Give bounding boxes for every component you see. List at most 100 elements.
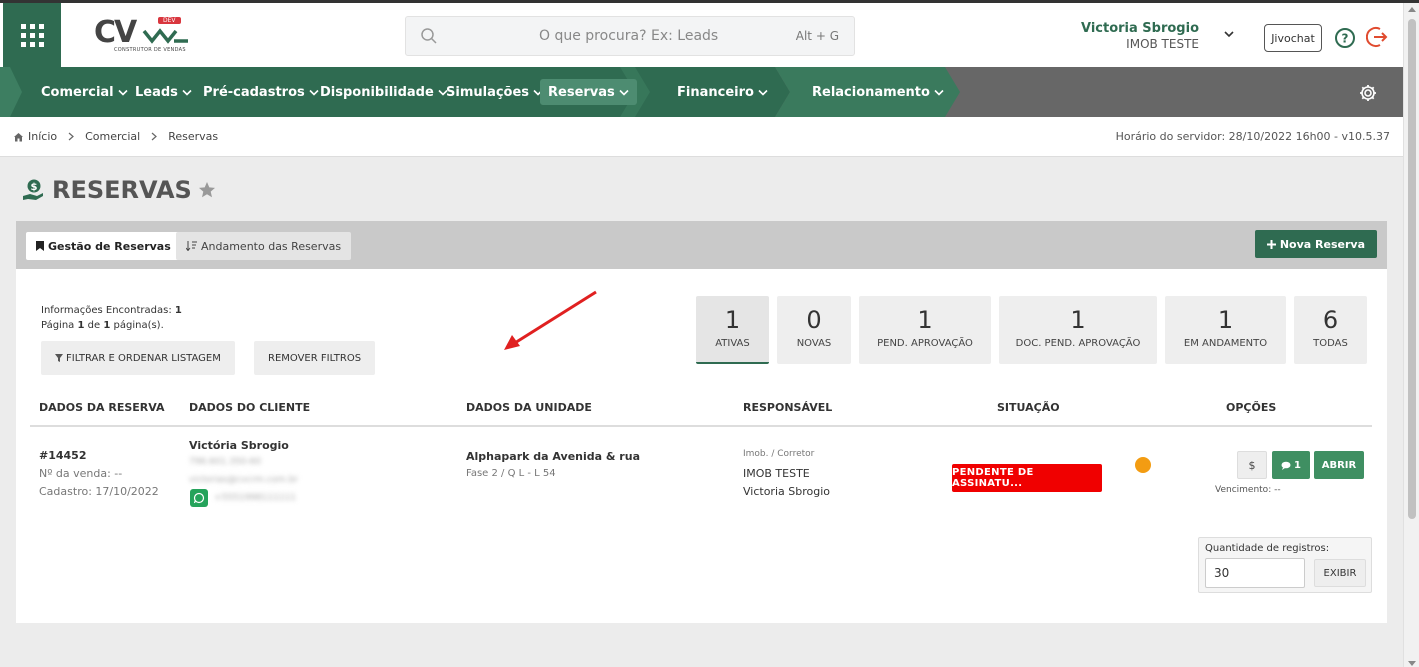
client-document: 796.601.350-60: [189, 457, 261, 467]
page-scrollbar[interactable]: [1403, 3, 1419, 667]
found-count: 1: [174, 305, 182, 316]
stat-count: 1: [1070, 306, 1086, 334]
stat-label: NOVAS: [796, 338, 832, 349]
stat-card-pend-aprovacao[interactable]: 1 PEND. APROVAÇÃO: [859, 296, 991, 364]
nav-item-pre-cadastros[interactable]: Pré-cadastros: [195, 79, 327, 105]
stat-card-doc-pend-aprovacao[interactable]: 1 DOC. PEND. APROVAÇÃO: [999, 296, 1157, 364]
new-reservation-label: Nova Reserva: [1279, 237, 1365, 251]
remove-filters-button[interactable]: REMOVER FILTROS: [254, 341, 376, 375]
status-badge[interactable]: PENDENTE DE ASSINATU...: [952, 464, 1102, 492]
comments-button[interactable]: 1: [1272, 451, 1310, 479]
chevron-down-icon: [182, 89, 192, 96]
tab-gestao-reservas[interactable]: Gestão de Reservas: [26, 232, 181, 260]
table-header: DADOS DO CLIENTE: [189, 401, 311, 414]
nav-item-label: Comercial: [41, 84, 114, 100]
breadcrumb-bar: Início Comercial Reservas Horário do ser…: [0, 117, 1403, 157]
nav-item-label: Relacionamento: [812, 84, 930, 100]
nav-item-leads[interactable]: Leads: [127, 79, 200, 105]
breadcrumb-item-comercial[interactable]: Comercial: [85, 130, 140, 143]
nav-item-disponibilidade[interactable]: Disponibilidade: [312, 79, 456, 105]
nav-item-financeiro[interactable]: Financeiro: [669, 79, 776, 105]
stat-count: 1: [724, 306, 741, 334]
nav-item-label: Disponibilidade: [320, 84, 434, 100]
open-button[interactable]: ABRIR: [1314, 451, 1364, 479]
stat-count: 6: [1322, 306, 1339, 334]
nav-item-label: Financeiro: [677, 84, 754, 100]
status-dot: [1135, 457, 1151, 473]
stat-label: PEND. APROVAÇÃO: [877, 338, 973, 349]
search-icon: [421, 28, 437, 44]
search-box[interactable]: O que procura? Ex: Leads Alt + G: [405, 16, 855, 56]
comments-count: 1: [1294, 459, 1301, 471]
client-name: Victória Sbrogio: [189, 439, 289, 452]
stat-card-todas[interactable]: 6 TODAS: [1294, 296, 1367, 364]
filter-order-label: FILTRAR E ORDENAR LISTAGEM: [66, 352, 221, 364]
logo[interactable]: CV DEV CONSTRUTOR DE VENDAS: [94, 15, 194, 59]
records-label: Quantidade de registros:: [1205, 543, 1330, 554]
stat-card-em-andamento[interactable]: 1 EM ANDAMENTO: [1165, 296, 1286, 364]
filter-icon: [55, 354, 63, 362]
whatsapp-icon[interactable]: [190, 489, 208, 507]
apps-menu-button[interactable]: [3, 3, 61, 67]
home-icon: [14, 132, 23, 141]
breadcrumb-item-reservas[interactable]: Reservas: [168, 130, 218, 143]
gear-icon[interactable]: [1358, 83, 1378, 103]
stat-label: ATIVAS: [715, 338, 750, 349]
nav-item-comercial[interactable]: Comercial: [33, 79, 136, 105]
star-icon[interactable]: [198, 181, 216, 199]
header-divider: [30, 425, 1372, 427]
sale-number: Nº da venda: --: [39, 467, 123, 480]
user-name[interactable]: Victoria Sbrogio: [1081, 21, 1199, 36]
server-time: Horário do servidor: 28/10/2022 16h00 - …: [1115, 130, 1390, 143]
stat-count: 0: [806, 306, 822, 334]
filter-order-button[interactable]: FILTRAR E ORDENAR LISTAGEM: [41, 341, 235, 375]
jivochat-button[interactable]: Jivochat: [1264, 24, 1322, 52]
logo-dev-badge: DEV: [158, 17, 181, 24]
red-arrow-annotation: [504, 290, 597, 350]
logout-icon[interactable]: [1366, 25, 1390, 49]
table-header: SITUAÇÃO: [997, 401, 1060, 414]
chevron-right-icon: [68, 132, 75, 141]
financial-button[interactable]: $: [1237, 451, 1267, 479]
nav-item-relacionamento[interactable]: Relacionamento: [804, 79, 952, 105]
svg-text:?: ?: [1342, 32, 1349, 46]
responsible-role: Imob. / Corretor: [743, 449, 815, 459]
page-total: 1: [103, 320, 111, 331]
reservations-panel: Gestão de Reservas Andamento das Reserva…: [16, 221, 1387, 623]
plus-icon: [1266, 239, 1276, 249]
nav-item-reservas[interactable]: Reservas: [540, 79, 637, 105]
reservation-id[interactable]: #14452: [39, 449, 87, 462]
responsible-company: IMOB TESTE: [743, 467, 810, 480]
chevron-down-icon: [619, 89, 629, 96]
chevron-down-icon: [934, 89, 944, 96]
nav-item-simulacoes[interactable]: Simulações: [438, 79, 551, 105]
tab-andamento-reservas[interactable]: Andamento das Reservas: [176, 232, 352, 260]
client-phone: +5551998111111: [214, 493, 296, 503]
show-button[interactable]: EXIBIR: [1314, 559, 1366, 587]
records-input[interactable]: 30: [1205, 558, 1305, 588]
logo-wave-icon: [142, 28, 188, 44]
scroll-thumb[interactable]: [1408, 19, 1416, 519]
breadcrumb-home[interactable]: Início: [13, 130, 57, 143]
registered-date: Cadastro: 17/10/2022: [39, 485, 159, 498]
new-reservation-button[interactable]: Nova Reserva: [1254, 230, 1377, 258]
bookmark-icon: [36, 241, 44, 251]
search-placeholder: O que procura? Ex: Leads: [539, 28, 719, 44]
top-bar: CV DEV CONSTRUTOR DE VENDAS O que procur…: [0, 3, 1403, 67]
apps-grid-icon: [20, 23, 44, 47]
help-icon[interactable]: ?: [1334, 27, 1356, 49]
scroll-up-arrow-icon[interactable]: [1408, 7, 1416, 12]
responsible-agent: Victoria Sbrogio: [743, 485, 830, 498]
due-date: Vencimento: --: [1215, 485, 1281, 495]
stat-label: EM ANDAMENTO: [1183, 338, 1268, 349]
nav-item-label: Pré-cadastros: [203, 84, 305, 100]
scroll-down-arrow-icon[interactable]: [1408, 661, 1416, 666]
search-shortcut: Alt + G: [795, 29, 839, 43]
stat-card-novas[interactable]: 0 NOVAS: [777, 296, 851, 364]
user-company: IMOB TESTE: [1126, 37, 1199, 51]
page-title-block: $ RESERVAS: [22, 176, 216, 204]
tab-label: Gestão de Reservas: [48, 239, 171, 253]
chevron-down-icon[interactable]: [1223, 30, 1235, 38]
logo-text: CV: [94, 15, 137, 50]
stat-card-ativas[interactable]: 1 ATIVAS: [696, 296, 769, 364]
